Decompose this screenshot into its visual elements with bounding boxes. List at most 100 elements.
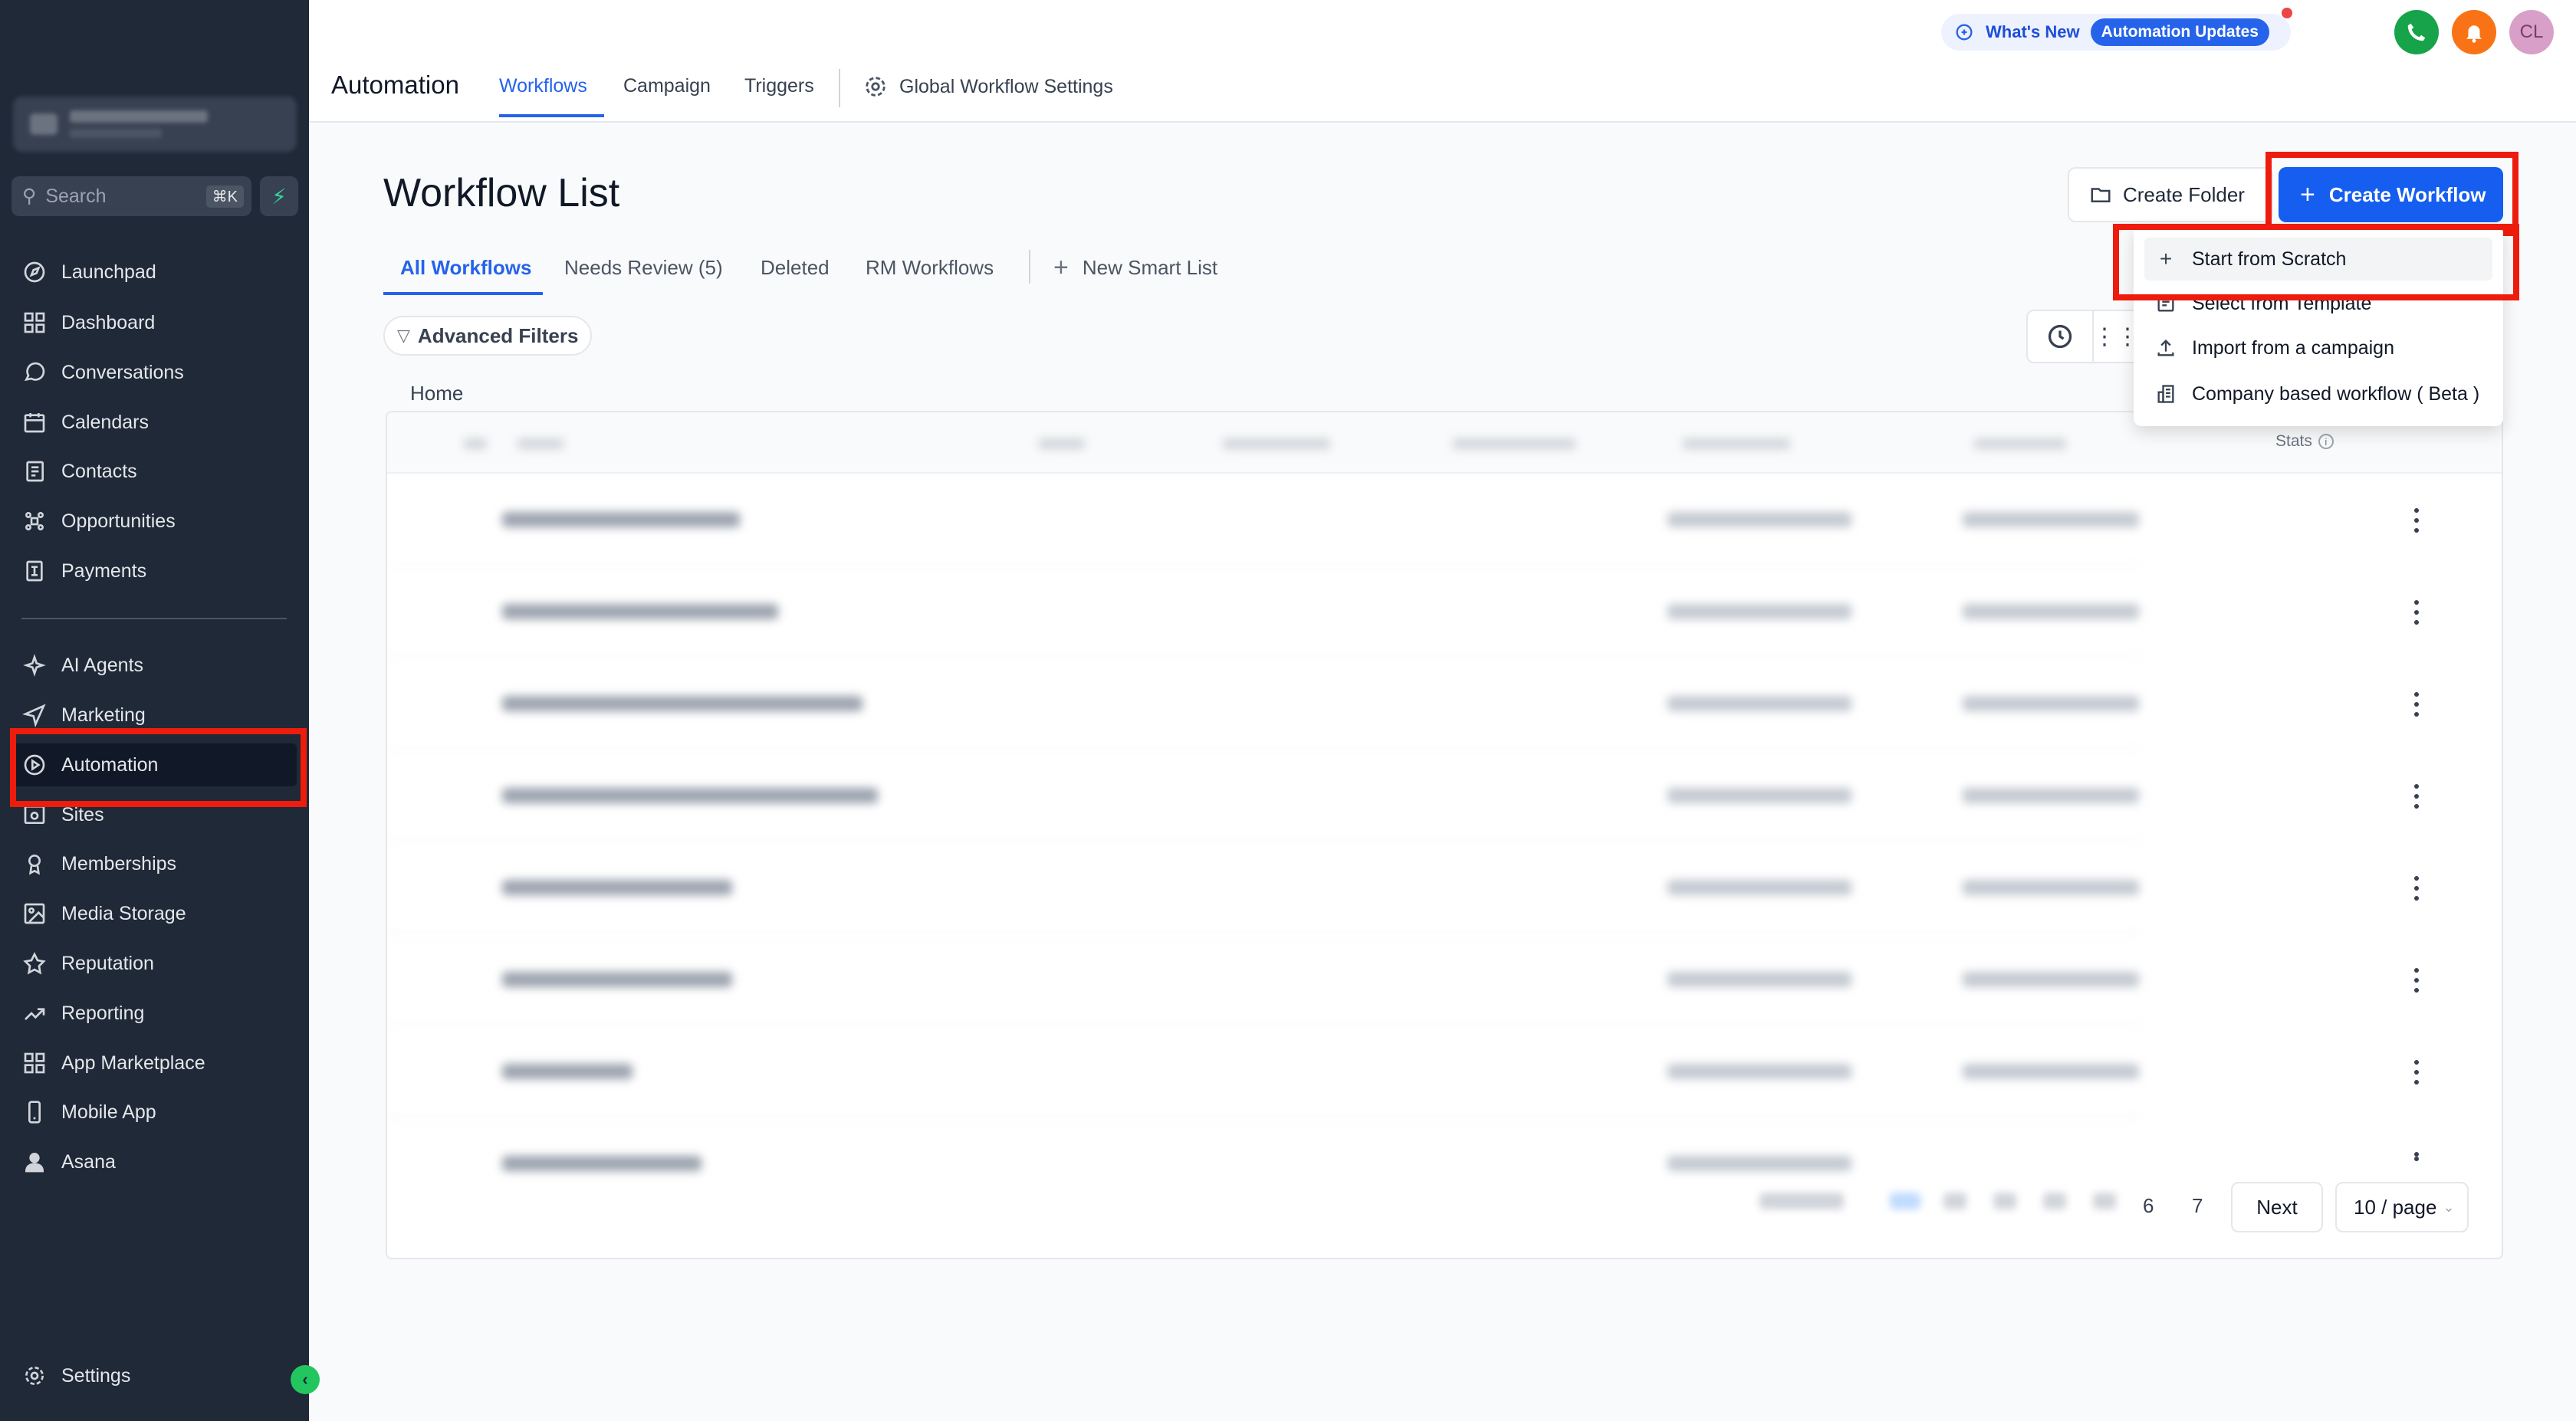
page-title: Workflow List: [383, 171, 620, 215]
tab-campaign[interactable]: Campaign: [623, 75, 711, 97]
phone-icon: [2407, 23, 2426, 41]
gear-icon: [866, 77, 886, 97]
row-actions-kebab-icon[interactable]: [2405, 597, 2428, 628]
create-folder-button[interactable]: Create Folder: [2068, 167, 2273, 222]
tab-workflows[interactable]: Workflows: [499, 75, 587, 97]
sidebar: ⚲ Search ⌘K ⚡ Launchpad Dashboard Conver…: [0, 0, 309, 1421]
collapse-sidebar-chevron-icon[interactable]: ‹: [291, 1365, 320, 1394]
grid-icon: [21, 1050, 48, 1076]
next-page-button[interactable]: Next: [2231, 1182, 2323, 1232]
page-6-button[interactable]: 6: [2143, 1194, 2154, 1218]
upload-icon: [2155, 337, 2177, 359]
row-actions-kebab-icon[interactable]: [2405, 505, 2428, 536]
highlight-start-from-scratch: [2113, 224, 2519, 300]
sidebar-item-payments[interactable]: Payments: [21, 550, 297, 592]
row-actions-kebab-icon[interactable]: [2405, 781, 2428, 812]
menu-item-import-from-campaign[interactable]: Import from a campaign: [2144, 327, 2492, 369]
star-icon: [21, 950, 48, 976]
workflow-table: Stats i: [386, 411, 2503, 1259]
row-actions-kebab-icon[interactable]: [2405, 965, 2428, 996]
search-input[interactable]: ⚲ Search ⌘K: [12, 176, 251, 216]
page-7-button[interactable]: 7: [2192, 1194, 2203, 1218]
brand-logo: [115, 40, 192, 58]
row-actions-kebab-icon[interactable]: [2405, 689, 2428, 720]
search-shortcut: ⌘K: [205, 185, 244, 208]
account-switcher[interactable]: [13, 97, 297, 152]
sidebar-item-calendars[interactable]: Calendars: [21, 401, 297, 444]
tab-global-workflow-settings[interactable]: Global Workflow Settings: [863, 74, 1113, 100]
sidebar-divider: [21, 618, 287, 619]
sidebar-item-app-marketplace[interactable]: App Marketplace: [21, 1042, 297, 1085]
phone-call-button[interactable]: [2394, 10, 2439, 54]
user-avatar[interactable]: CL: [2509, 10, 2554, 54]
sidebar-item-launchpad[interactable]: Launchpad: [21, 251, 297, 294]
module-title: Automation: [331, 71, 459, 99]
tab-separator: [839, 69, 840, 107]
page-size-select[interactable]: 10 / page ⌄: [2335, 1182, 2469, 1232]
plus-icon: +: [1053, 253, 1069, 282]
row-actions-kebab-icon[interactable]: [2405, 873, 2428, 904]
memberships-icon: [21, 851, 48, 877]
highlight-automation: [10, 728, 307, 807]
row-actions-kebab-icon[interactable]: [2405, 1149, 2428, 1164]
building-icon: [2155, 383, 2177, 405]
notification-dot: [2282, 8, 2292, 18]
sidebar-item-conversations[interactable]: Conversations: [21, 351, 297, 394]
row-actions-kebab-icon[interactable]: [2405, 1057, 2428, 1088]
blurred-table-content: [387, 412, 2139, 1258]
subtab-deleted[interactable]: Deleted: [761, 256, 830, 280]
payments-icon: [21, 558, 48, 584]
sidebar-item-memberships[interactable]: Memberships: [21, 842, 297, 885]
opportunities-icon: [21, 508, 48, 534]
info-icon[interactable]: i: [2318, 434, 2334, 449]
stats-column-header: Stats i: [2275, 432, 2334, 451]
subtab-needs-review[interactable]: Needs Review (5): [564, 256, 723, 280]
subtab-separator: [1029, 250, 1030, 284]
sidebar-item-dashboard[interactable]: Dashboard: [21, 301, 297, 344]
subtab-active-indicator: [383, 292, 543, 295]
sparkle-icon: [21, 652, 48, 678]
view-toggle-button[interactable]: ⋮⋮: [2093, 310, 2140, 363]
tab-triggers[interactable]: Triggers: [744, 75, 814, 97]
megaphone-icon: [1956, 24, 1973, 41]
search-icon: ⚲: [22, 185, 37, 207]
tab-active-indicator: [499, 114, 604, 117]
drag-grid-icon: ⋮⋮: [2093, 323, 2139, 350]
sidebar-item-contacts[interactable]: Contacts: [21, 450, 297, 493]
sidebar-item-media-storage[interactable]: Media Storage: [21, 892, 297, 935]
chevron-down-icon: ⌄: [2443, 1199, 2455, 1215]
grid-icon: [21, 310, 48, 336]
chart-line-icon: [21, 1000, 48, 1026]
sidebar-item-mobile-app[interactable]: Mobile App: [21, 1091, 297, 1134]
quick-actions-bolt-icon[interactable]: ⚡: [260, 176, 298, 216]
sidebar-item-opportunities[interactable]: Opportunities: [21, 500, 297, 543]
sidebar-item-ai-agents[interactable]: AI Agents: [21, 644, 297, 687]
bell-icon: [2466, 25, 2482, 43]
new-smart-list-button[interactable]: + New Smart List: [1053, 253, 1217, 283]
breadcrumb-home[interactable]: Home: [410, 382, 463, 405]
phone-icon: [21, 1099, 48, 1125]
image-icon: [21, 901, 48, 927]
rocket-icon: [21, 259, 48, 285]
sidebar-item-settings[interactable]: Settings: [21, 1354, 297, 1397]
user-icon: [21, 1149, 48, 1175]
sidebar-item-asana[interactable]: Asana: [21, 1140, 297, 1183]
menu-item-company-based-workflow[interactable]: Company based workflow ( Beta ): [2144, 372, 2492, 415]
filter-icon: ▽: [397, 326, 410, 345]
notifications-button[interactable]: [2452, 10, 2496, 54]
contacts-icon: [21, 458, 48, 484]
gear-icon: [21, 1363, 48, 1389]
sidebar-item-reporting[interactable]: Reporting: [21, 992, 297, 1035]
chat-icon: [21, 359, 48, 386]
send-icon: [21, 702, 48, 728]
folder-icon: [2091, 188, 2111, 202]
automation-updates-badge[interactable]: Automation Updates: [2090, 18, 2269, 46]
history-button[interactable]: [2026, 310, 2094, 363]
advanced-filters-button[interactable]: ▽ Advanced Filters: [383, 316, 592, 356]
subtab-all-workflows[interactable]: All Workflows: [400, 256, 531, 280]
calendar-icon: [21, 409, 48, 435]
subtab-rm-workflows[interactable]: RM Workflows: [866, 256, 994, 280]
clock-icon: [2048, 324, 2072, 349]
sidebar-item-reputation[interactable]: Reputation: [21, 942, 297, 985]
whats-new-button[interactable]: What's New Automation Updates: [1941, 14, 2291, 51]
